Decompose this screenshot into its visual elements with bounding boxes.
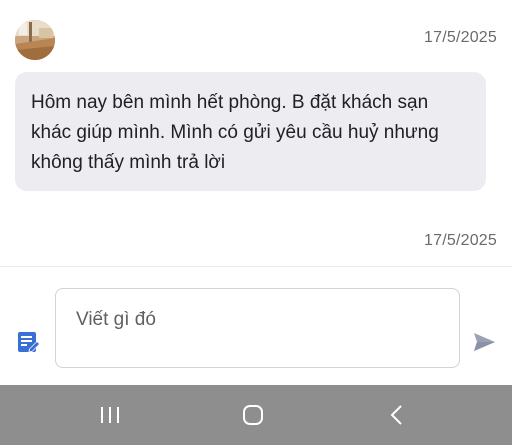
system-navigation-bar xyxy=(0,385,512,445)
message-timestamp-secondary: 17/5/2025 xyxy=(424,232,497,249)
message-timestamp: 17/5/2025 xyxy=(424,29,497,46)
user-avatar[interactable] xyxy=(15,20,55,60)
edit-note-icon[interactable] xyxy=(17,330,41,354)
recent-apps-icon[interactable] xyxy=(95,400,125,430)
send-icon[interactable] xyxy=(472,330,496,354)
message-input[interactable]: Viết gì đó xyxy=(55,288,460,368)
back-icon[interactable] xyxy=(382,400,412,430)
message-bubble: Hôm nay bên mình hết phòng. B đặt khách … xyxy=(15,72,486,191)
chat-screen: 17/5/2025 Hôm nay bên mình hết phòng. B … xyxy=(0,0,512,445)
home-icon[interactable] xyxy=(238,400,268,430)
composer-divider xyxy=(0,266,512,267)
avatar-image xyxy=(15,20,55,60)
